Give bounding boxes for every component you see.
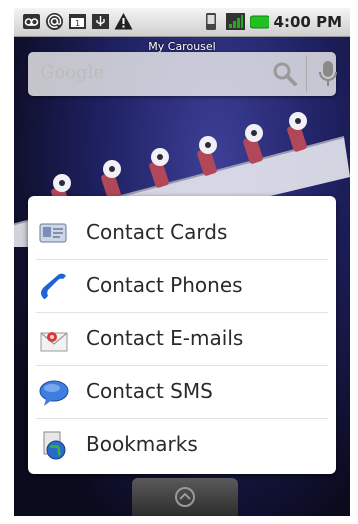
search-input[interactable]: Google [40,62,104,83]
launcher-tray[interactable] [132,478,238,516]
usb-icon [91,12,110,31]
voicemail-icon [22,12,41,31]
email-icon [38,324,70,356]
google-search-widget[interactable]: Google [28,52,338,96]
menu-item-contact-phones[interactable]: Contact Phones [28,260,336,313]
phone-screen: 1 4:00 PM My Carousel Google Contact Car… [14,8,350,516]
menu-item-contact-cards[interactable]: Contact Cards [28,207,336,260]
battery-icon [249,12,269,31]
bookmark-globe-icon [38,430,70,462]
launcher-up-icon[interactable] [174,486,196,512]
phone-icon [202,12,221,31]
menu-item-label: Bookmarks [86,432,198,456]
calendar-day: 1 [75,19,80,28]
sms-bubble-icon [38,377,70,409]
menu-item-label: Contact E-mails [86,326,244,350]
status-bar: 1 4:00 PM [14,8,350,37]
menu-item-bookmarks[interactable]: Bookmarks [28,419,336,472]
menu-item-contact-sms[interactable]: Contact SMS [28,366,336,419]
menu-item-label: Contact SMS [86,379,213,403]
phone-handset-icon [38,271,70,303]
search-divider [306,56,307,92]
menu-item-label: Contact Phones [86,273,243,297]
warning-icon [114,12,133,31]
at-icon [45,12,64,31]
menu-item-contact-emails[interactable]: Contact E-mails [28,313,336,366]
calendar-icon: 1 [68,12,87,31]
signal-icon [225,12,245,31]
search-icon[interactable] [272,61,298,91]
context-menu: Contact Cards Contact Phones Contact E-m… [28,196,336,474]
status-time: 4:00 PM [273,12,342,31]
contact-card-icon [38,218,70,250]
menu-item-label: Contact Cards [86,220,228,244]
microphone-icon[interactable] [318,60,338,92]
